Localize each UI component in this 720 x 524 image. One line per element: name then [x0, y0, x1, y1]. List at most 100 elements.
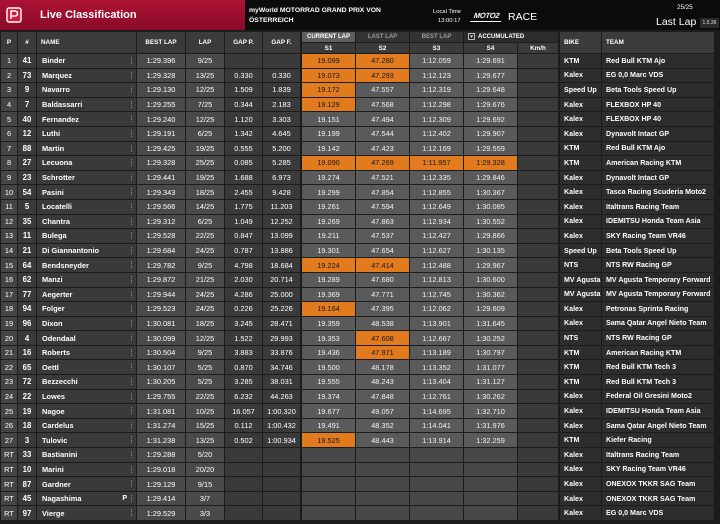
- rider-name-cell: Odendaal: [37, 331, 136, 345]
- classification-row[interactable]: 17 77 Aegerter 1:29.944 24/25 4.286 25.000 19.3…: [0, 287, 720, 303]
- classification-row[interactable]: 27 3 Tulovic 1:31.238 13/25 0.502 1:00.934 19.5…: [0, 433, 720, 448]
- sector-4-cell: 1:32.259: [464, 433, 517, 448]
- gap-first-cell: 25.226: [263, 302, 300, 316]
- rider-name: Marquez: [42, 70, 72, 80]
- speed-cell: [518, 360, 558, 375]
- classification-row[interactable]: 1 41 Binder 1:29.396 9/25 19.099 47.280 1:12.05…: [0, 54, 720, 69]
- classification-row[interactable]: 5 40 Fernandez 1:29.240 12/25 1.120 3.303 19.15…: [0, 112, 720, 127]
- sector-4-cell: 1:29.907: [464, 126, 517, 141]
- bike-cell: NTS: [560, 258, 601, 272]
- classification-row[interactable]: 22 65 Oettl 1:30.107 5/25 0.870 34.746 19.500 48…: [0, 360, 720, 375]
- classification-row[interactable]: 26 18 Cardelus 1:31.274 15/25 0.112 1:00.432 19…: [0, 418, 720, 434]
- bike-cell: KTM: [560, 375, 601, 389]
- classification-row[interactable]: 4 7 Baldassarri 1:29.255 7/25 0.344 2.183 19.12…: [0, 97, 720, 113]
- classification-row[interactable]: RT 33 Bastianini 1:29.288 5/20 Kalex Italtrans…: [0, 448, 720, 463]
- classification-row[interactable]: 11 5 Locatelli 1:29.566 14/25 1.775 11.203 19.2…: [0, 199, 720, 215]
- event-name-line-2: ÖSTERREICH: [249, 17, 294, 24]
- classification-row[interactable]: RT 97 Vierge 1:29.529 3/3 Kalex EG 0,0 Marc VD…: [0, 506, 720, 521]
- classification-row[interactable]: RT 87 Gardner 1:29.129 9/15 Kalex ONEXOX TKKR …: [0, 477, 720, 492]
- sector-2-cell: 47.654: [356, 243, 409, 258]
- rider-name-cell: Fernandez: [37, 112, 136, 126]
- gap-previous-cell: 1.342: [225, 126, 262, 141]
- classification-row[interactable]: 14 21 Di Giannantonio 1:29.684 24/25 0.787 13.…: [0, 243, 720, 259]
- rider-name: Di Giannantonio: [42, 246, 100, 256]
- bike-cell: Kalex: [560, 404, 601, 418]
- sector-1-cell: 19.677: [302, 404, 355, 418]
- sector-4-cell: 1:31.127: [464, 375, 517, 389]
- sector-2-cell: 47.494: [356, 112, 409, 126]
- team-cell: American Racing KTM: [602, 156, 714, 170]
- classification-row[interactable]: 19 96 Dixon 1:30.081 18/25 3.245 28.471 19.359 4…: [0, 316, 720, 332]
- lap-cell: 18/25: [186, 316, 224, 331]
- sector-4-cell: 1:29.328: [464, 156, 517, 170]
- classification-row[interactable]: 6 12 Luthi 1:29.191 6/25 1.342 4.645 19.199 47.5…: [0, 126, 720, 142]
- speed-cell: [518, 389, 558, 404]
- tab-accumulated[interactable]: ACCUMULATED: [464, 32, 540, 42]
- classification-row[interactable]: 7 88 Martin 1:29.425 19/25 0.555 5.200 19.142 47…: [0, 141, 720, 157]
- tab-best-lap[interactable]: BEST LAP: [410, 32, 463, 42]
- team-cell: Petronas Sprinta Racing: [602, 302, 714, 316]
- gap-first-cell: 13.099: [263, 229, 300, 243]
- lap-cell: 9/25: [186, 345, 224, 360]
- sector-2-cell: 47.280: [356, 54, 409, 68]
- sector-1-cell: 19.369: [302, 287, 355, 302]
- classification-row[interactable]: 21 16 Roberts 1:30.504 9/25 3.883 33.876 19.436…: [0, 345, 720, 361]
- best-lap-cell: 1:29.328: [137, 156, 185, 170]
- classification-row[interactable]: 3 9 Navarro 1:29.130 12/25 1.509 1.839 19.172 47…: [0, 83, 720, 98]
- gap-previous-cell: [225, 506, 262, 520]
- classification-row[interactable]: 15 64 Bendsneyder 1:29.782 9/25 4.798 18.684 19…: [0, 258, 720, 273]
- sector-1-cell: 19.142: [302, 141, 355, 156]
- classification-row[interactable]: 13 11 Bulega 1:29.528 22/25 0.847 13.099 19.211…: [0, 229, 720, 244]
- classification-row[interactable]: 2 73 Marquez 1:29.328 13/25 0.330 0.330 19.073 4…: [0, 68, 720, 84]
- rider-name-cell: Marquez: [37, 68, 136, 83]
- speed-cell: [518, 491, 558, 506]
- sector-3-cell: [410, 462, 463, 477]
- sector-3-cell: 1:12.934: [410, 214, 463, 229]
- gap-previous-cell: 0.226: [225, 302, 262, 316]
- gap-first-cell: 29.993: [263, 331, 300, 345]
- sector-2-cell: [356, 491, 409, 506]
- rider-name: Binder: [42, 56, 66, 66]
- row-marker: [131, 378, 133, 386]
- classification-row[interactable]: 12 35 Chantra 1:29.312 6/25 1.049 12.252 19.269…: [0, 214, 720, 230]
- team-cell: SKY Racing Team VR46: [602, 462, 714, 477]
- sector-2-cell: 47.680: [356, 272, 409, 287]
- position-cell: 4: [1, 97, 17, 112]
- rider-name: Lecuona: [42, 158, 73, 168]
- classification-row[interactable]: 10 54 Pasini 1:29.343 18/25 2.455 9.428 19.299 4…: [0, 185, 720, 200]
- classification-row[interactable]: 8 27 Lecuona 1:29.328 25/25 0.085 5.285 19.090 4…: [0, 156, 720, 171]
- classification-row[interactable]: 18 94 Folger 1:29.523 24/25 0.226 25.226 19.164…: [0, 302, 720, 317]
- gap-previous-cell: 1.775: [225, 199, 262, 214]
- team-cell: Beta Tools Speed Up: [602, 243, 714, 258]
- gap-previous-cell: [225, 491, 262, 506]
- classification-row[interactable]: RT 45 Nagashima P 1:29.414 3/7 Kalex ONEXOX TKK…: [0, 491, 720, 507]
- sector-4-cell: 1:29.648: [464, 83, 517, 97]
- rider-number: 3: [18, 433, 36, 448]
- bike-cell: KTM: [560, 360, 601, 375]
- sector-2-cell: 47.594: [356, 199, 409, 214]
- classification-row[interactable]: 9 23 Schrotter 1:29.441 19/25 1.688 6.973 19.27…: [0, 170, 720, 186]
- lap-cell: 3/7: [186, 491, 224, 506]
- sector-4-cell: 1:31.077: [464, 360, 517, 375]
- tab-last-lap[interactable]: LAST LAP: [356, 32, 409, 42]
- classification-row[interactable]: 16 62 Manzi 1:29.872 21/25 2.030 20.714 19.289 4…: [0, 272, 720, 288]
- rider-number: 22: [18, 389, 36, 404]
- team-cell: MV Agusta Temporary Forward: [602, 272, 714, 287]
- tab-current-lap[interactable]: CURRENT LAP: [302, 32, 355, 42]
- classification-row[interactable]: 20 4 Odendaal 1:30.099 12/25 1.522 29.993 19.35…: [0, 331, 720, 346]
- best-lap-cell: 1:29.255: [137, 97, 185, 112]
- row-marker: [131, 348, 133, 356]
- sector-1-cell: 19.099: [302, 54, 355, 68]
- classification-row[interactable]: 23 72 Bezzecchi 1:30.205 5/25 3.285 38.031 19.5…: [0, 375, 720, 390]
- lap-cell: 3/3: [186, 506, 224, 520]
- position-cell: 19: [1, 316, 17, 331]
- classification-row[interactable]: RT 10 Marini 1:29.018 20/20 Kalex SKY Racing T…: [0, 462, 720, 478]
- sector-3-cell: [410, 448, 463, 462]
- classification-row[interactable]: 25 19 Nagoe 1:31.081 10/25 16.057 1:00.320 19.6…: [0, 404, 720, 419]
- team-cell: IDEMITSU Honda Team Asia: [602, 404, 714, 418]
- row-marker: [131, 290, 133, 298]
- position-cell: RT: [1, 448, 17, 462]
- row-marker: [131, 407, 133, 415]
- classification-row[interactable]: 24 22 Lowes 1:29.755 22/25 6.232 44.263 19.374 4…: [0, 389, 720, 405]
- bike-cell: Kalex: [560, 506, 601, 520]
